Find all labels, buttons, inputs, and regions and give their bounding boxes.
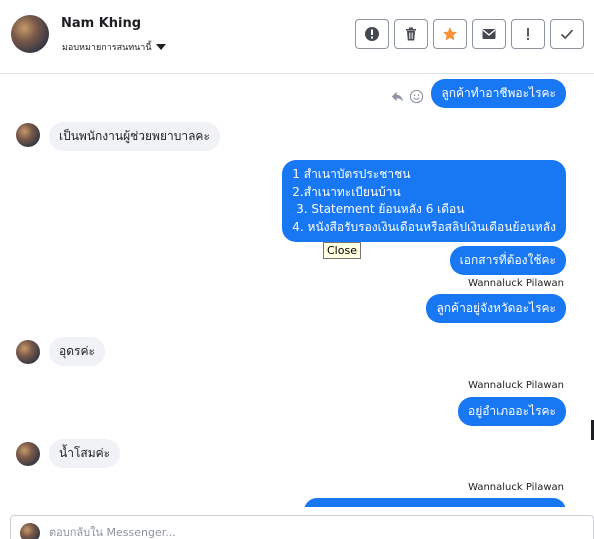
message-bubble-outgoing[interactable]: อยู่อำเภออะไรคะ bbox=[457, 397, 566, 426]
contact-avatar[interactable] bbox=[11, 15, 49, 53]
contact-avatar-small bbox=[16, 442, 40, 466]
contact-name[interactable]: Nam Khing bbox=[61, 16, 141, 31]
mark-spam-button[interactable] bbox=[355, 19, 389, 49]
close-tooltip: Close bbox=[323, 242, 361, 259]
star-button[interactable] bbox=[433, 19, 467, 49]
message-line: 1 สำเนาบัตรประชาชน bbox=[292, 167, 411, 181]
sender-name: Wannaluck Pilawan bbox=[468, 482, 564, 493]
conversation-header: Nam Khing มอบหมายการสนทนานี้ bbox=[0, 0, 594, 74]
message-line: 3. Statement ย้อนหลัง 6 เดือน bbox=[292, 202, 465, 216]
contact-avatar-small bbox=[16, 123, 40, 147]
alert-circle-icon bbox=[365, 27, 379, 41]
assign-conversation-dropdown[interactable]: มอบหมายการสนทนานี้ bbox=[62, 40, 166, 54]
message-line: 2.สำเนาทะเบียนบ้าน bbox=[292, 184, 401, 199]
mark-unread-button[interactable] bbox=[472, 19, 506, 49]
message-bubble-outgoing[interactable]: ลูกค้าทำอาชีพอะไรคะ bbox=[431, 79, 566, 108]
sender-name: Wannaluck Pilawan bbox=[468, 380, 564, 391]
reply-icon[interactable] bbox=[390, 89, 405, 104]
sender-name: Wannaluck Pilawan bbox=[468, 278, 564, 289]
follow-up-button[interactable] bbox=[511, 19, 545, 49]
emoji-reaction-icon[interactable] bbox=[409, 89, 424, 104]
message-bubble-incoming[interactable]: อุดรค่ะ bbox=[49, 337, 105, 366]
reply-input[interactable] bbox=[49, 526, 569, 539]
delete-button[interactable] bbox=[394, 19, 428, 49]
message-bubble-outgoing[interactable]: เอกสารที่ต้องใช้คะ bbox=[449, 246, 566, 275]
message-bubble-outgoing-multiline[interactable]: 1 สำเนาบัตรประชาชน 2.สำเนาทะเบียนบ้าน 3.… bbox=[282, 160, 566, 242]
reply-composer bbox=[10, 515, 594, 539]
assign-label: มอบหมายการสนทนานี้ bbox=[62, 43, 152, 53]
conversation-toolbar bbox=[355, 19, 584, 49]
message-bubble-outgoing[interactable]: ลูกค้าอยู่จังหวัดอะไรคะ bbox=[426, 294, 566, 323]
message-thread[interactable]: ลูกค้าทำอาชีพอะไรคะ เป็นพนักงานผู้ช่วยพย… bbox=[0, 75, 594, 507]
mail-icon bbox=[482, 29, 496, 39]
page-avatar bbox=[20, 523, 40, 539]
star-icon bbox=[443, 27, 457, 41]
message-bubble-incoming[interactable]: เป็นพนักงานผู้ช่วยพยาบาลคะ bbox=[49, 122, 220, 151]
message-line: 4. หนังสือรับรองเงินเดือนหรือสลิปเงินเดื… bbox=[292, 219, 556, 234]
exclamation-icon bbox=[527, 28, 529, 40]
message-bubble-outgoing-partial[interactable] bbox=[304, 498, 566, 507]
trash-icon bbox=[406, 27, 416, 41]
checkmark-icon bbox=[560, 29, 574, 40]
contact-avatar-small bbox=[16, 340, 40, 364]
mark-done-button[interactable] bbox=[550, 19, 584, 49]
caret-down-icon bbox=[155, 44, 166, 50]
message-bubble-incoming[interactable]: น้ำโสมค่ะ bbox=[49, 439, 121, 468]
message-actions bbox=[390, 89, 424, 104]
